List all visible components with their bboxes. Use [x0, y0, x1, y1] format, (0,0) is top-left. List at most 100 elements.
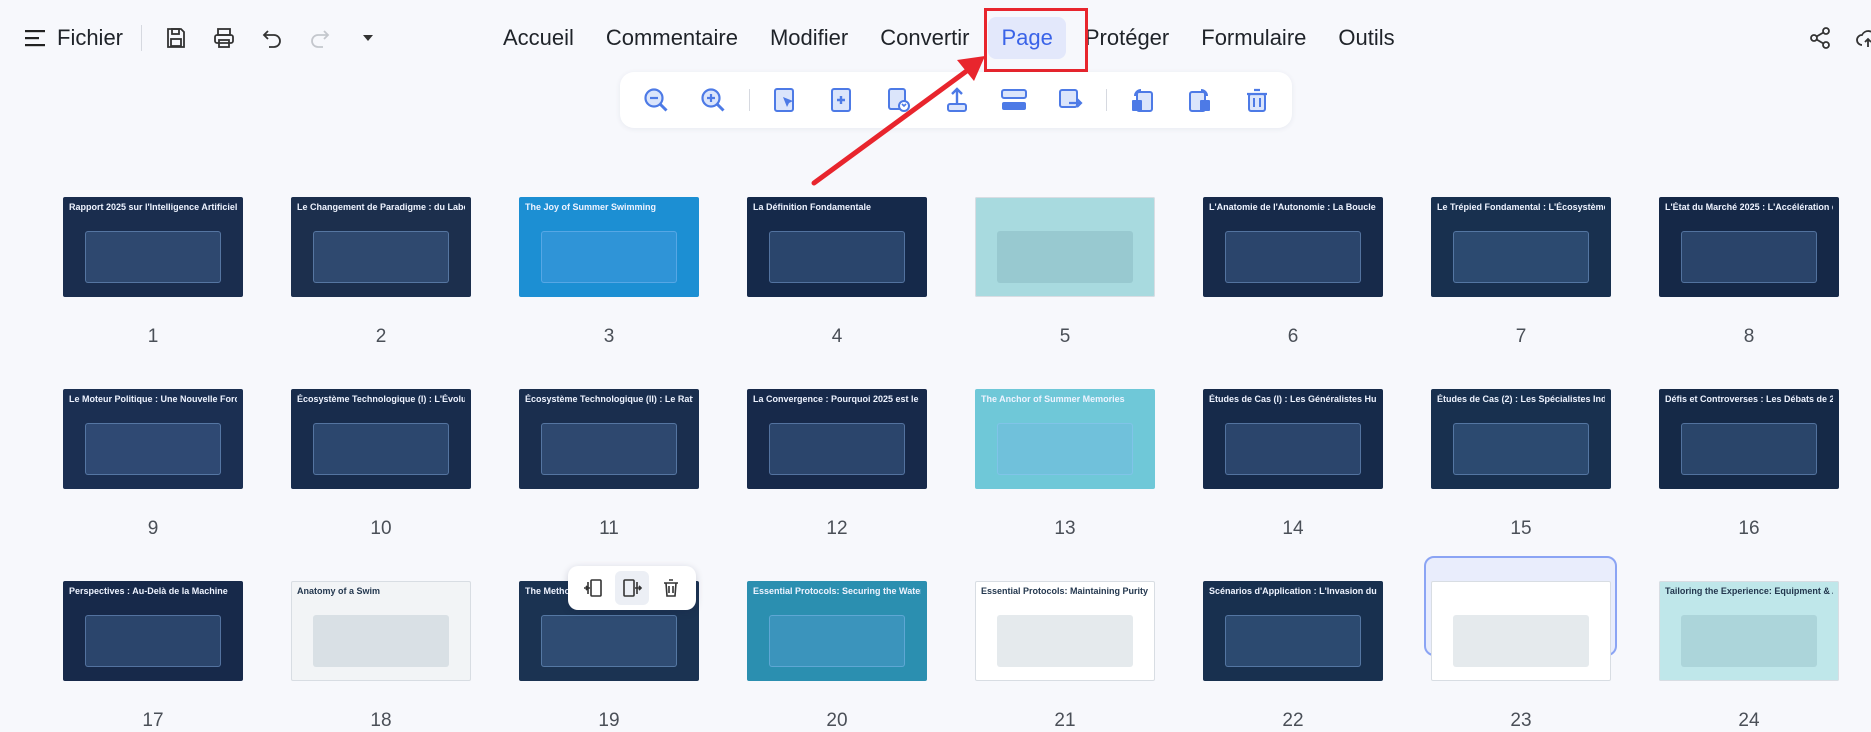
page-number-label: 6: [1287, 326, 1299, 347]
thumbnail-title: Études de Cas (I) : Les Généralistes Hum…: [1209, 394, 1377, 404]
page-thumbnail-image[interactable]: L'Anatomie de l'Autonomie : La Boucle In…: [1203, 197, 1383, 297]
page-thumbnail-item[interactable]: L'Anatomie de l'Autonomie : La Boucle In…: [1203, 197, 1383, 348]
thumbnail-title: Perspectives : Au-Delà de la Machine: [69, 586, 228, 596]
page-thumbnail-grid: Rapport 2025 sur l'Intelligence Artifici…: [0, 0, 1871, 731]
page-number-label: 23: [1510, 710, 1532, 731]
thumbnail-title: Rapport 2025 sur l'Intelligence Artifici…: [69, 202, 237, 212]
thumbnail-title: Tailoring the Experience: Equipment & Ac…: [1665, 586, 1833, 596]
page-thumbnail-item[interactable]: 5: [975, 197, 1155, 348]
page-thumbnail-image[interactable]: The Joy of Summer Swimming: [519, 197, 699, 297]
insert-after-icon[interactable]: [614, 571, 649, 605]
thumbnail-title: Écosystème Technologique (II) : Le Rattr…: [525, 394, 693, 404]
page-number-label: 14: [1282, 518, 1304, 539]
page-thumbnail-image[interactable]: Études de Cas (2) : Les Spécialistes Ind…: [1431, 389, 1611, 489]
thumbnail-hover-toolbar: [568, 566, 696, 610]
page-thumbnail-item[interactable]: Écosystème Technologique (II) : Le Rattr…: [519, 389, 699, 540]
thumbnail-title: Le Changement de Paradigme : du Laborato…: [297, 202, 465, 212]
page-number-label: 2: [375, 326, 387, 347]
thumbnail-content-graphic: [996, 423, 1134, 475]
page-thumbnail-item[interactable]: La Convergence : Pourquoi 2025 est le Po…: [747, 389, 927, 540]
page-thumbnail-image[interactable]: [1431, 581, 1611, 681]
page-thumbnail-image[interactable]: La Définition Fondamentale: [747, 197, 927, 297]
page-thumbnail-image[interactable]: Anatomy of a Swim: [291, 581, 471, 681]
page-number-label: 18: [370, 710, 392, 731]
page-thumbnail-item[interactable]: L'État du Marché 2025 : L'Accélération d…: [1659, 197, 1839, 348]
page-number-label: 22: [1282, 710, 1304, 731]
page-thumbnail-item[interactable]: Écosystème Technologique (I) : L'Évoluti…: [291, 389, 471, 540]
thumbnail-title: Le Moteur Politique : Une Nouvelle Force…: [69, 394, 237, 404]
page-thumbnail-image[interactable]: Essential Protocols: Maintaining Purity: [975, 581, 1155, 681]
thumbnail-content-graphic: [84, 231, 222, 283]
page-thumbnail-image[interactable]: Le Changement de Paradigme : du Laborato…: [291, 197, 471, 297]
page-number-label: 3: [603, 326, 615, 347]
thumbnail-content-graphic: [1224, 231, 1362, 283]
page-thumbnail-item[interactable]: La Définition Fondamentale 4: [747, 197, 927, 348]
page-thumbnail-image[interactable]: Le Moteur Politique : Une Nouvelle Force…: [63, 389, 243, 489]
page-thumbnail-item[interactable]: Perspectives : Au-Delà de la Machine 17: [63, 581, 243, 732]
thumbnail-title: L'Anatomie de l'Autonomie : La Boucle In…: [1209, 202, 1377, 212]
thumbnail-content-graphic: [1452, 423, 1590, 475]
page-thumbnail-item[interactable]: Tailoring the Experience: Equipment & Ac…: [1659, 581, 1839, 732]
thumbnail-content-graphic: [1680, 615, 1818, 667]
page-number-label: 15: [1510, 518, 1532, 539]
page-thumbnail-item[interactable]: Essential Protocols: Maintaining Purity 2…: [975, 581, 1155, 732]
thumbnail-title: Le Trépied Fondamental : L'Écosystème Sy…: [1437, 202, 1605, 212]
thumbnail-content-graphic: [1680, 423, 1818, 475]
thumbnail-content-graphic: [768, 423, 906, 475]
page-number-label: 20: [826, 710, 848, 731]
thumbnail-title: Essential Protocols: Securing the Water: [753, 586, 921, 596]
page-thumbnail-image[interactable]: The Anchor of Summer Memories: [975, 389, 1155, 489]
page-number-label: 16: [1738, 518, 1760, 539]
insert-before-icon[interactable]: [576, 571, 610, 605]
page-number-label: 21: [1054, 710, 1076, 731]
page-number-label: 5: [1059, 326, 1071, 347]
page-thumbnail-item[interactable]: Essential Protocols: Securing the Water 2…: [747, 581, 927, 732]
page-thumbnail-image[interactable]: Le Trépied Fondamental : L'Écosystème Sy…: [1431, 197, 1611, 297]
trash-icon[interactable]: [654, 571, 688, 605]
thumbnail-content-graphic: [1452, 231, 1590, 283]
page-thumbnail-image[interactable]: Écosystème Technologique (I) : L'Évoluti…: [291, 389, 471, 489]
page-thumbnail-image[interactable]: Essential Protocols: Securing the Water: [747, 581, 927, 681]
page-thumbnail-image[interactable]: [975, 197, 1155, 297]
thumbnail-content-graphic: [540, 615, 678, 667]
page-number-label: 4: [831, 326, 843, 347]
page-thumbnail-image[interactable]: Écosystème Technologique (II) : Le Rattr…: [519, 389, 699, 489]
page-thumbnail-image[interactable]: Études de Cas (I) : Les Généralistes Hum…: [1203, 389, 1383, 489]
page-thumbnail-image[interactable]: Défis et Controverses : Les Débats de 20…: [1659, 389, 1839, 489]
page-thumbnail-item[interactable]: Le Moteur Politique : Une Nouvelle Force…: [63, 389, 243, 540]
thumbnail-content-graphic: [768, 615, 906, 667]
thumbnail-title: Anatomy of a Swim: [297, 586, 381, 596]
page-thumbnail-item[interactable]: Scénarios d'Application : L'Invasion du …: [1203, 581, 1383, 732]
thumbnail-content-graphic: [540, 423, 678, 475]
page-thumbnail-item[interactable]: Études de Cas (2) : Les Spécialistes Ind…: [1431, 389, 1611, 540]
page-thumbnail-item[interactable]: The Anchor of Summer Memories 13: [975, 389, 1155, 540]
thumbnail-content-graphic: [312, 615, 450, 667]
thumbnail-content-graphic: [996, 231, 1134, 283]
page-thumbnail-item[interactable]: The Joy of Summer Swimming 3: [519, 197, 699, 348]
page-thumbnail-item[interactable]: Études de Cas (I) : Les Généralistes Hum…: [1203, 389, 1383, 540]
page-thumbnail-image[interactable]: Rapport 2025 sur l'Intelligence Artifici…: [63, 197, 243, 297]
thumbnail-title: The Anchor of Summer Memories: [981, 394, 1125, 404]
page-thumbnail-item[interactable]: Rapport 2025 sur l'Intelligence Artifici…: [63, 197, 243, 348]
thumbnail-content-graphic: [1452, 615, 1590, 667]
page-number-label: 7: [1515, 326, 1527, 347]
page-number-label: 19: [598, 710, 620, 731]
thumbnail-title: Études de Cas (2) : Les Spécialistes Ind…: [1437, 394, 1605, 404]
page-thumbnail-image[interactable]: Tailoring the Experience: Equipment & Ac…: [1659, 581, 1839, 681]
thumbnail-content-graphic: [84, 423, 222, 475]
page-thumbnail-item[interactable]: 23: [1431, 581, 1611, 732]
page-number-label: 9: [147, 518, 159, 539]
thumbnail-content-graphic: [996, 615, 1134, 667]
page-thumbnail-image[interactable]: Perspectives : Au-Delà de la Machine: [63, 581, 243, 681]
page-thumbnail-image[interactable]: La Convergence : Pourquoi 2025 est le Po…: [747, 389, 927, 489]
page-thumbnail-image[interactable]: Scénarios d'Application : L'Invasion du …: [1203, 581, 1383, 681]
thumbnail-content-graphic: [84, 615, 222, 667]
page-thumbnail-item[interactable]: Anatomy of a Swim 18: [291, 581, 471, 732]
page-thumbnail-item[interactable]: Le Changement de Paradigme : du Laborato…: [291, 197, 471, 348]
page-number-label: 12: [826, 518, 848, 539]
thumbnail-content-graphic: [312, 231, 450, 283]
page-thumbnail-image[interactable]: L'État du Marché 2025 : L'Accélération d…: [1659, 197, 1839, 297]
page-thumbnail-item[interactable]: Le Trépied Fondamental : L'Écosystème Sy…: [1431, 197, 1611, 348]
thumbnail-content-graphic: [540, 231, 678, 283]
page-thumbnail-item[interactable]: Défis et Controverses : Les Débats de 20…: [1659, 389, 1839, 540]
